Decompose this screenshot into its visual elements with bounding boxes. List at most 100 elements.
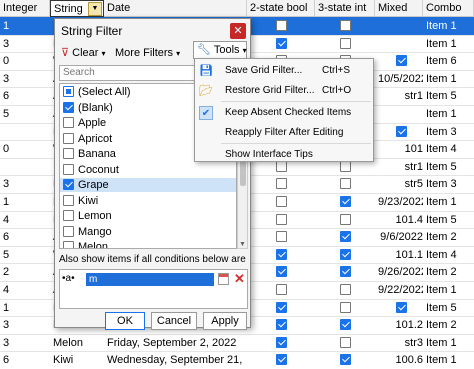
cell-combo[interactable]: Item 2 (426, 263, 472, 281)
tristate-checkbox[interactable] (340, 213, 351, 225)
bool-checkbox[interactable] (276, 231, 287, 243)
item-checkbox[interactable] (63, 210, 74, 221)
cell-combo[interactable]: Item 6 (426, 52, 472, 70)
cell-int[interactable]: 0 (3, 140, 48, 158)
column-header-date[interactable]: Date (104, 0, 247, 17)
calendar-icon[interactable] (218, 273, 229, 285)
menu-item[interactable]: Reapply Filter After Editing (195, 123, 373, 143)
cell-mixed[interactable]: 9/26/2022 (378, 263, 423, 281)
cell-mixed[interactable]: 100.6 (378, 351, 423, 369)
cell-int[interactable]: 6 (3, 351, 48, 369)
tristate-checkbox[interactable] (340, 266, 351, 278)
cell-mixed[interactable]: 10/5/2022 (378, 70, 423, 88)
tristate-checkbox[interactable] (340, 196, 351, 207)
column-header-mixed[interactable]: Mixed (375, 0, 423, 17)
column-header-2-state-bool[interactable]: 2-state bool (247, 0, 315, 17)
cell-int[interactable]: 1 (3, 299, 48, 317)
menu-item[interactable]: 💾︎ Save Grid Filter... Ctrl+S (195, 61, 373, 81)
bool-checkbox[interactable] (276, 213, 287, 225)
cell-date[interactable]: Friday, September 2, 2022 (107, 334, 245, 352)
bool-checkbox[interactable] (276, 319, 287, 331)
menu-item[interactable]: 📂︎ Restore Grid Filter... Ctrl+O (195, 81, 373, 101)
cell-int[interactable]: 3 (3, 175, 48, 193)
close-button[interactable]: ✕ (230, 23, 246, 39)
cell-mixed[interactable]: 9/6/2022 (378, 228, 423, 246)
cell-int[interactable]: 3 (3, 316, 48, 334)
cell-mixed[interactable]: 101 (378, 140, 423, 158)
cell-mixed[interactable]: str1 (378, 87, 423, 105)
apply-button[interactable]: Apply (203, 312, 247, 330)
cell-int[interactable] (3, 158, 48, 176)
cell-int[interactable]: 6 (3, 87, 48, 105)
cell-int[interactable]: 1 (3, 17, 48, 35)
condition-value-input[interactable]: m (86, 273, 214, 286)
cell-str[interactable]: Kiwi (53, 351, 101, 369)
column-header-string[interactable]: String ▼ (50, 0, 104, 17)
list-item[interactable]: Kiwi (60, 194, 236, 208)
cell-combo[interactable]: Item 5 (426, 211, 472, 229)
cell-int[interactable]: 5 (3, 246, 48, 264)
cell-combo[interactable]: Item 2 (426, 228, 472, 246)
bool-checkbox[interactable] (276, 354, 287, 366)
item-checkbox[interactable] (63, 194, 74, 206)
bool-checkbox[interactable] (276, 248, 287, 260)
tristate-checkbox[interactable] (340, 248, 351, 260)
cell-int[interactable]: 5 (3, 105, 48, 123)
cell-int[interactable]: 4 (3, 211, 48, 229)
tristate-checkbox[interactable] (340, 319, 351, 331)
menu-item[interactable]: ✔ Keep Absent Checked Items (195, 103, 373, 123)
cell-combo[interactable]: Item 1 (426, 70, 472, 88)
cell-str[interactable]: Melon (53, 334, 101, 352)
cell-combo[interactable]: Item 1 (426, 334, 472, 352)
menu-item[interactable]: Show Interface Tips (195, 145, 373, 165)
item-checkbox[interactable] (63, 101, 74, 113)
cell-mixed[interactable] (378, 35, 423, 53)
list-item[interactable]: Mango (60, 225, 236, 239)
item-checkbox[interactable] (63, 132, 74, 144)
cell-int[interactable]: 6 (3, 228, 48, 246)
table-row[interactable]: 6 Kiwi Wednesday, September 21, 2022 100.6I… (0, 351, 474, 369)
mixed-checkbox[interactable] (396, 125, 407, 137)
tools-button[interactable]: 🔧︎ Tools ▾ (193, 41, 247, 59)
cell-combo[interactable]: Item 3 (426, 123, 472, 141)
cell-combo[interactable]: Item 5 (426, 299, 472, 317)
tristate-checkbox[interactable] (340, 336, 351, 348)
cell-combo[interactable]: Item 2 (426, 316, 472, 334)
tristate-checkbox[interactable] (340, 354, 351, 366)
clear-button[interactable]: ⊽ Clear ▾ (61, 43, 106, 63)
cell-combo[interactable]: Item 1 (426, 17, 472, 35)
cell-int[interactable]: 4 (3, 281, 48, 299)
item-checkbox[interactable] (63, 163, 74, 175)
bool-checkbox[interactable] (276, 178, 287, 190)
bool-checkbox[interactable] (276, 284, 287, 295)
also-show-dropdown[interactable]: Also show items if all conditions below … (59, 252, 248, 267)
cell-int[interactable]: 3 (3, 70, 48, 88)
item-checkbox[interactable] (63, 117, 74, 128)
item-checkbox[interactable] (63, 225, 74, 237)
bool-checkbox[interactable] (276, 37, 287, 49)
table-row[interactable]: 3 Melon Friday, September 2, 2022 str3 Item … (0, 334, 474, 353)
cell-combo[interactable]: Item 5 (426, 87, 472, 105)
item-checkbox[interactable] (63, 241, 74, 248)
cell-mixed[interactable]: 101.2 (378, 316, 423, 334)
tristate-checkbox[interactable] (340, 284, 351, 295)
cell-int[interactable]: 2 (3, 263, 48, 281)
cell-date[interactable]: Wednesday, September 21, 2022 (107, 351, 245, 369)
cell-mixed[interactable]: str1 (378, 158, 423, 176)
mixed-checkbox[interactable] (396, 55, 407, 67)
tristate-checkbox[interactable] (340, 20, 351, 31)
tristate-checkbox[interactable] (340, 37, 351, 49)
cell-combo[interactable]: Item 1 (426, 193, 472, 211)
filter-dropdown-icon[interactable]: ▼ (88, 2, 102, 16)
list-item[interactable]: Melon (60, 240, 236, 248)
bool-checkbox[interactable] (276, 20, 287, 31)
column-header-combo[interactable]: Combo (423, 0, 474, 17)
cell-int[interactable]: 3 (3, 35, 48, 53)
bool-checkbox[interactable] (276, 266, 287, 278)
item-checkbox[interactable] (63, 86, 74, 97)
delete-condition-icon[interactable]: ✕ (234, 271, 245, 287)
bool-checkbox[interactable] (276, 336, 287, 348)
cell-mixed[interactable]: str3 (378, 334, 423, 352)
condition-operator[interactable]: •a• (62, 273, 75, 284)
mixed-checkbox[interactable] (396, 301, 407, 313)
